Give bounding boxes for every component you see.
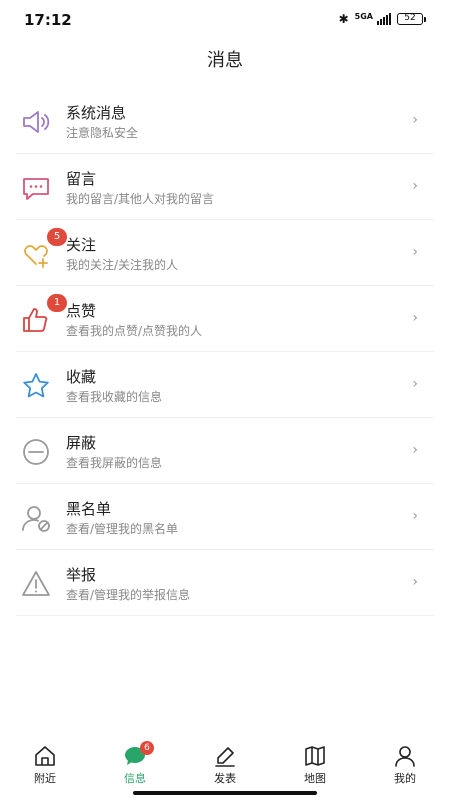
- list-item-subtitle: 查看/管理我的举报信息: [66, 588, 191, 602]
- list-item-follows[interactable]: 5 关注 我的关注/关注我的人 ›: [16, 220, 434, 286]
- network-label: 5GA: [354, 11, 373, 21]
- tab-post[interactable]: 发表: [180, 738, 270, 786]
- chevron-right-icon: ›: [412, 442, 418, 458]
- chat-bubble-icon: [20, 172, 52, 204]
- user-blocked-icon: [20, 502, 52, 534]
- message-category-list: 系统消息 注意隐私安全 › 留言 我的留言/其他人对我的留言 › 5 关注 我的…: [16, 88, 434, 616]
- tab-label: 信息: [124, 772, 146, 785]
- list-item-title: 留言: [66, 170, 97, 188]
- tab-label: 发表: [214, 772, 236, 785]
- chevron-right-icon: ›: [412, 376, 418, 392]
- list-item-reports[interactable]: 举报 查看/管理我的举报信息 ›: [16, 550, 434, 616]
- status-icons: ✱ 5GA 52: [339, 12, 426, 26]
- list-item-title: 屏蔽: [66, 434, 97, 452]
- list-item-likes[interactable]: 1 点赞 查看我的点赞/点赞我的人 ›: [16, 286, 434, 352]
- list-item-title: 点赞: [66, 302, 97, 320]
- user-icon: [391, 744, 419, 768]
- star-icon: [20, 370, 52, 402]
- thumbs-up-icon: [20, 304, 52, 336]
- map-icon: [301, 744, 329, 768]
- edit-icon: [211, 744, 239, 768]
- tab-profile[interactable]: 我的: [360, 738, 450, 786]
- battery-icon: 52: [397, 13, 426, 25]
- status-time: 17:12: [24, 11, 72, 29]
- list-item-title: 系统消息: [66, 104, 127, 122]
- list-item-title: 收藏: [66, 368, 97, 386]
- page-title: 消息: [207, 50, 243, 71]
- home-indicator: [133, 791, 317, 795]
- heart-plus-icon: [20, 238, 52, 270]
- list-item-subtitle: 查看/管理我的黑名单: [66, 522, 179, 536]
- block-icon: [20, 436, 52, 468]
- chevron-right-icon: ›: [412, 244, 418, 260]
- home-icon: [31, 744, 59, 768]
- tab-label: 地图: [304, 772, 326, 785]
- chevron-right-icon: ›: [412, 508, 418, 524]
- list-item-subtitle: 我的关注/关注我的人: [66, 258, 179, 272]
- status-bar: 17:12 ✱ 5GA 52: [0, 0, 450, 40]
- list-item-title: 举报: [66, 566, 97, 584]
- chevron-right-icon: ›: [412, 574, 418, 590]
- speaker-icon: [20, 106, 52, 138]
- list-item-subtitle: 注意隐私安全: [66, 126, 139, 140]
- list-item-blacklist[interactable]: 黑名单 查看/管理我的黑名单 ›: [16, 484, 434, 550]
- list-item-title: 关注: [66, 236, 97, 254]
- tab-messages[interactable]: 6 信息: [90, 738, 180, 786]
- tab-map[interactable]: 地图: [270, 738, 360, 786]
- bluetooth-icon: ✱: [338, 12, 349, 26]
- list-item-subtitle: 查看我的点赞/点赞我的人: [66, 324, 203, 338]
- unread-badge: 5: [47, 228, 67, 246]
- list-item-subtitle: 我的留言/其他人对我的留言: [66, 192, 215, 206]
- unread-badge: 6: [140, 741, 154, 755]
- list-item-comments[interactable]: 留言 我的留言/其他人对我的留言 ›: [16, 154, 434, 220]
- tab-label: 我的: [394, 772, 416, 785]
- chevron-right-icon: ›: [412, 310, 418, 326]
- unread-badge: 1: [47, 294, 67, 312]
- list-item-title: 黑名单: [66, 500, 112, 518]
- bottom-tab-bar: 附近 6 信息 发表 地图 我的: [0, 738, 450, 786]
- list-item-blocked[interactable]: 屏蔽 查看我屏蔽的信息 ›: [16, 418, 434, 484]
- list-item-system-messages[interactable]: 系统消息 注意隐私安全 ›: [16, 88, 434, 154]
- list-item-subtitle: 查看我收藏的信息: [66, 390, 163, 404]
- list-item-subtitle: 查看我屏蔽的信息: [66, 456, 163, 470]
- list-item-favorites[interactable]: 收藏 查看我收藏的信息 ›: [16, 352, 434, 418]
- signal-icon: [377, 13, 391, 25]
- warning-icon: [20, 568, 52, 600]
- chevron-right-icon: ›: [412, 178, 418, 194]
- tab-nearby[interactable]: 附近: [0, 738, 90, 786]
- battery-level: 52: [397, 13, 423, 25]
- chevron-right-icon: ›: [412, 112, 418, 128]
- tab-label: 附近: [34, 772, 56, 785]
